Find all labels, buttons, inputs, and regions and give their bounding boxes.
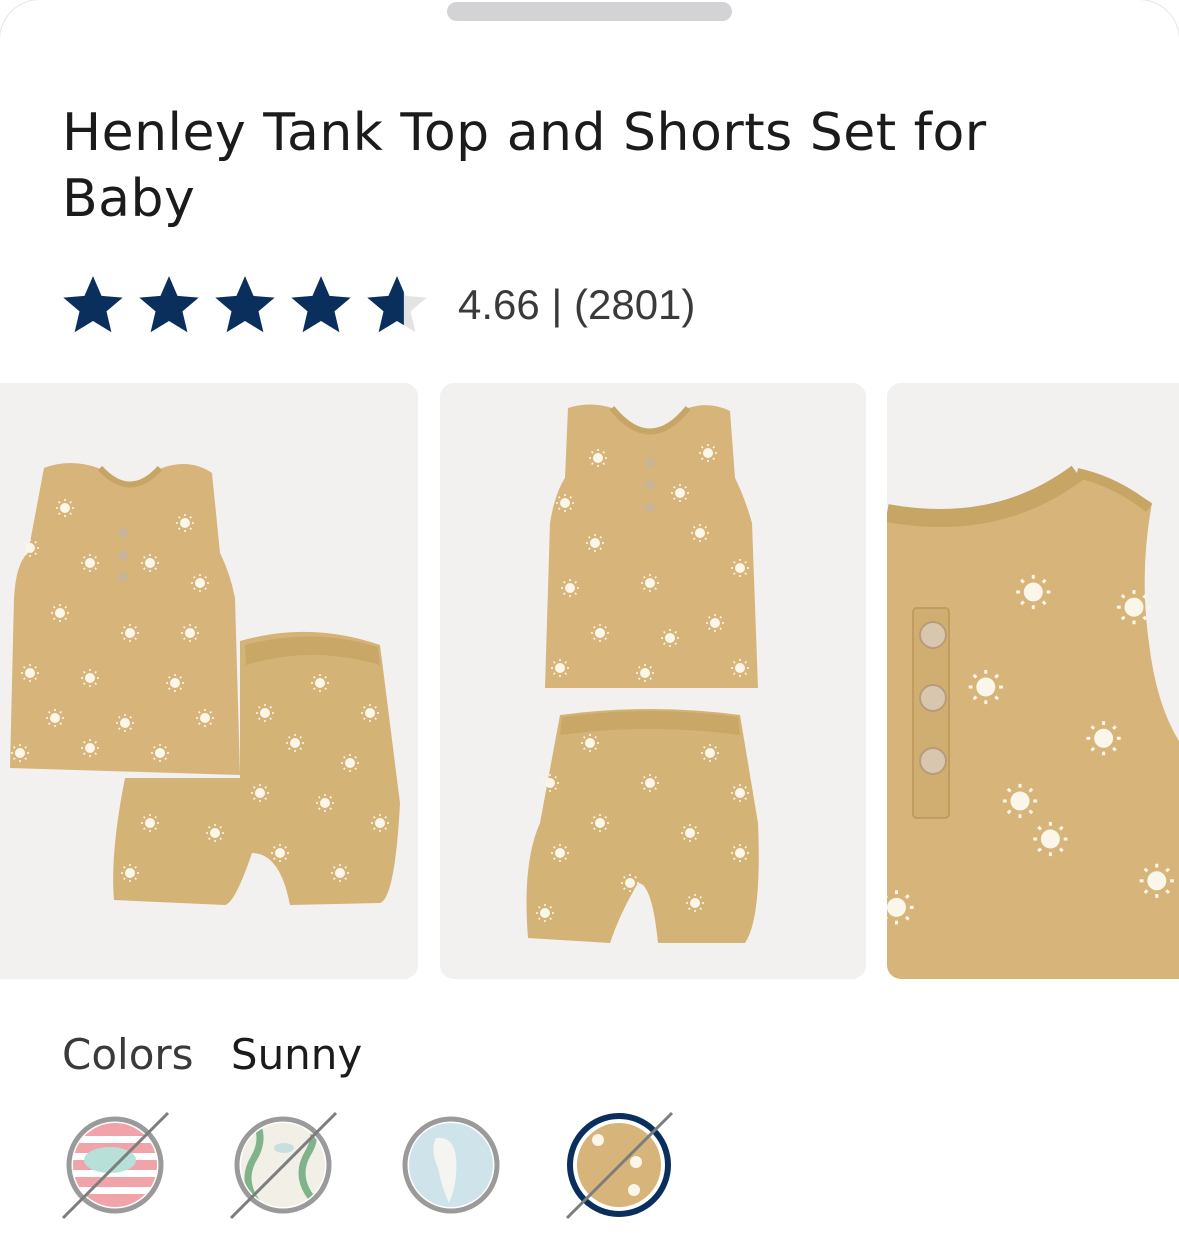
swatch-red-stripe-whale[interactable] [58, 1108, 173, 1223]
rating-summary: 4.66 | (2801) [458, 281, 696, 328]
product-title: Henley Tank Top and Shorts Set for Baby [62, 103, 987, 229]
star-icon [215, 276, 275, 333]
star-icon [63, 276, 123, 333]
swatch-blue-shark[interactable] [394, 1108, 509, 1223]
product-image-1[interactable] [0, 383, 418, 979]
product-image-2[interactable] [440, 383, 866, 979]
selected-color-name: Sunny [230, 1030, 363, 1079]
product-image-3[interactable] [887, 383, 1179, 979]
sheet-grabber[interactable] [447, 2, 732, 21]
star-icon [291, 276, 351, 333]
swatch-green-wave[interactable] [226, 1108, 341, 1223]
color-selector-heading: Colors Sunny [62, 1030, 386, 1079]
product-image-gallery[interactable] [0, 383, 1179, 979]
colors-label: Colors [62, 1030, 194, 1079]
product-sheet: Henley Tank Top and Shorts Set for Baby … [0, 0, 1179, 1238]
star-icon [139, 276, 199, 333]
swatch-sunny[interactable] [562, 1108, 677, 1223]
star-half-icon [367, 276, 427, 333]
color-swatches [58, 1108, 758, 1223]
rating-stars [58, 272, 432, 338]
product-rating[interactable]: 4.66 | (2801) [58, 272, 695, 338]
